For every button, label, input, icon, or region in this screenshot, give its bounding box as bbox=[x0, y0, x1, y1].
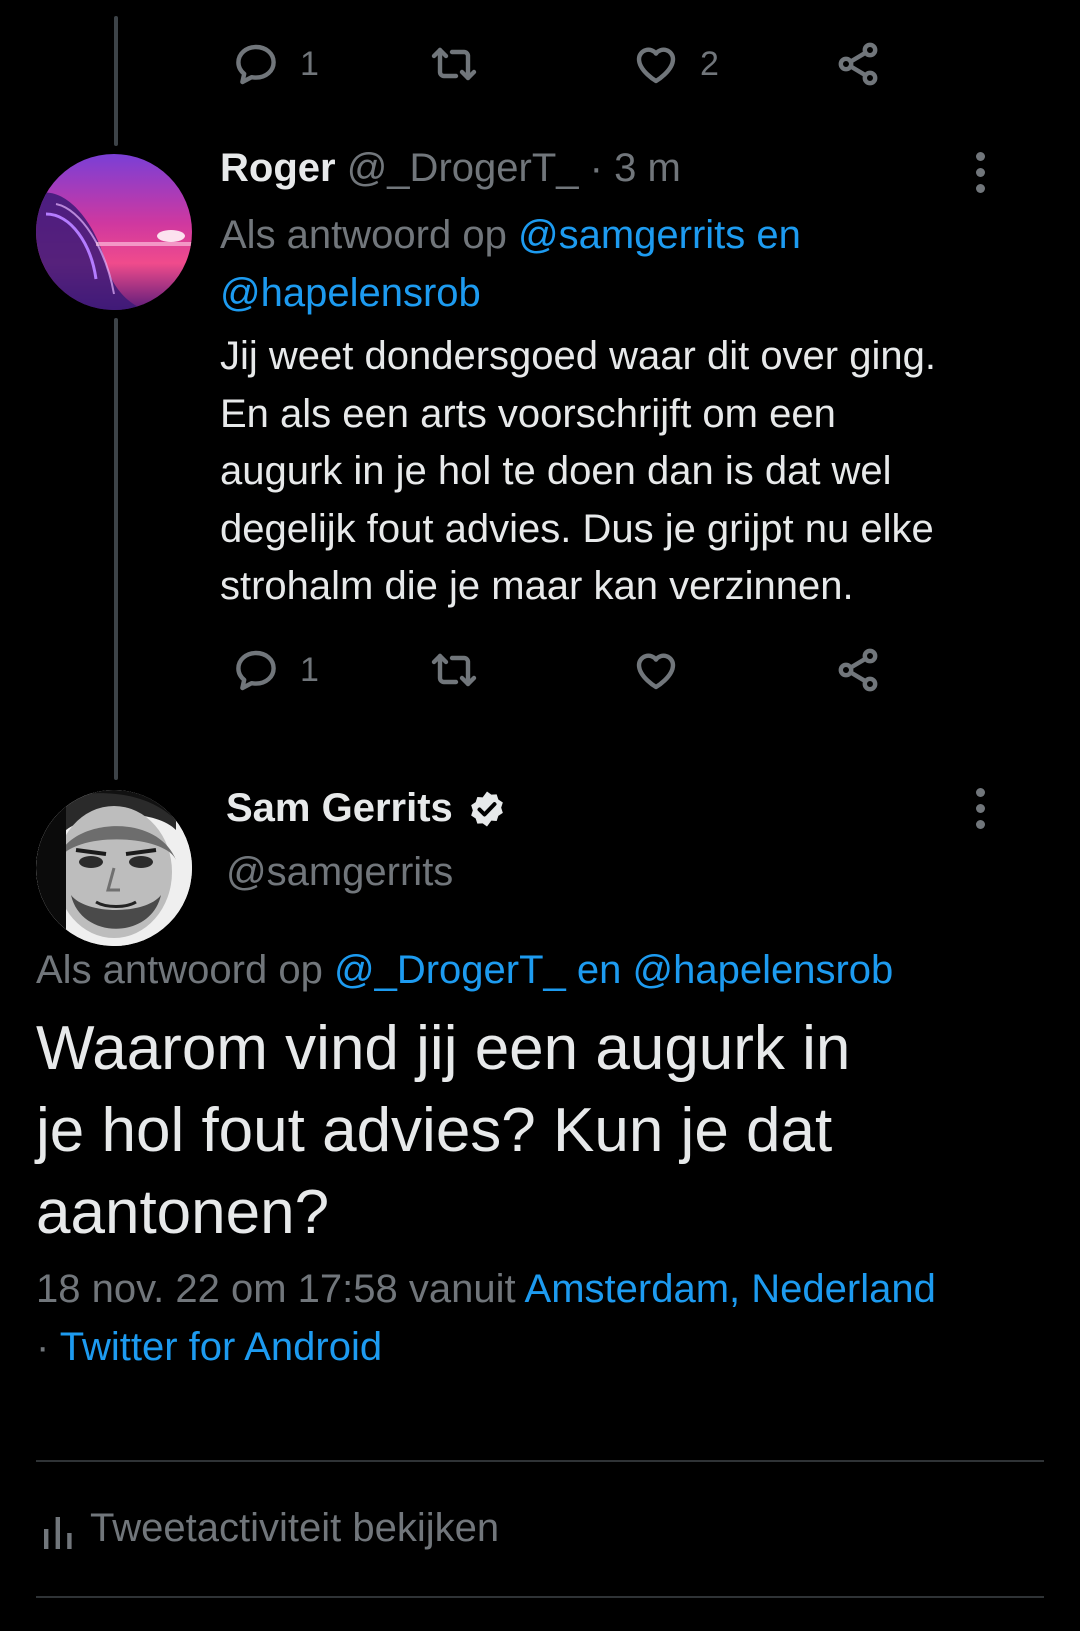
analytics-icon bbox=[44, 1516, 72, 1549]
avatar-roger[interactable] bbox=[36, 154, 192, 310]
retweet-icon bbox=[431, 47, 477, 81]
reply-prefix: Als antwoord op bbox=[36, 948, 323, 992]
tweet-meta: 18 nov. 22 om 17:58 vanuit Amsterdam, Ne… bbox=[36, 1260, 1056, 1376]
tweet-text-line: je hol fout advies? Kun je dat bbox=[36, 1096, 833, 1165]
main-reply-context: Als antwoord op @_DrogerT_ en @hapelensr… bbox=[36, 948, 893, 993]
tweet-text-line: Waarom vind jij een augurk in bbox=[36, 1014, 851, 1083]
tweet-text-line: aantonen? bbox=[36, 1178, 330, 1247]
tweet-text-line: strohalm die je maar kan verzinnen. bbox=[220, 564, 854, 608]
mention-samgerrits[interactable]: @samgerrits bbox=[518, 213, 745, 257]
share-button[interactable] bbox=[834, 40, 882, 88]
author-handle[interactable]: @_DrogerT_ bbox=[347, 146, 579, 190]
main-tweet-text: Waarom vind jij een augurk in je hol fou… bbox=[36, 1008, 850, 1254]
meta-from: vanuit bbox=[408, 1267, 516, 1311]
reply-icon bbox=[236, 44, 276, 85]
retweet-icon bbox=[431, 653, 477, 687]
more-options-button[interactable] bbox=[974, 152, 986, 193]
meta-separator: · bbox=[36, 1325, 50, 1369]
share-icon bbox=[838, 42, 878, 86]
author-handle[interactable]: @samgerrits bbox=[226, 850, 453, 895]
reply-button[interactable]: 1 bbox=[232, 646, 319, 694]
tweet-date[interactable]: 18 nov. 22 om 17:58 bbox=[36, 1267, 398, 1311]
header-separator: · bbox=[589, 146, 603, 190]
tweet-text-line: En als een arts voorschrijft om een bbox=[220, 391, 836, 436]
like-button[interactable] bbox=[632, 646, 680, 694]
reply-tweet-text: Jij weet dondersgoed waar dit over ging.… bbox=[220, 328, 936, 616]
avatar-image bbox=[36, 790, 192, 946]
share-button[interactable] bbox=[834, 646, 882, 694]
mention-hapelensrob[interactable]: @hapelensrob bbox=[220, 271, 481, 315]
retweet-button[interactable] bbox=[430, 646, 478, 694]
reply-button[interactable]: 1 bbox=[232, 40, 319, 88]
thread-line-top bbox=[114, 16, 118, 146]
like-count: 2 bbox=[700, 44, 719, 83]
reply-icon bbox=[236, 650, 276, 691]
reply-tweet-header: Roger @_DrogerT_ · 3 m bbox=[220, 146, 681, 191]
tweet-text-line: augurk in je hol te doen dan is dat wel bbox=[220, 449, 892, 493]
reply-conjunction: en bbox=[576, 948, 622, 992]
reply-conjunction: en bbox=[756, 213, 801, 257]
verified-badge-icon bbox=[470, 791, 503, 826]
like-button[interactable]: 2 bbox=[632, 40, 719, 88]
tweet-client-link[interactable]: Twitter for Android bbox=[60, 1325, 382, 1369]
tweet-text-line: Jij weet dondersgoed waar dit over ging. bbox=[220, 334, 936, 378]
avatar-sam-gerrits[interactable] bbox=[36, 790, 192, 946]
thread-line-middle bbox=[114, 318, 118, 780]
more-options-button[interactable] bbox=[974, 788, 986, 829]
reply-prefix: Als antwoord op bbox=[220, 213, 507, 257]
mention-drogert[interactable]: @_DrogerT_ bbox=[334, 948, 566, 992]
tweet-time[interactable]: 3 m bbox=[614, 146, 681, 190]
share-icon bbox=[838, 648, 878, 692]
like-icon bbox=[636, 653, 676, 690]
tweet-location-link[interactable]: Amsterdam, Nederland bbox=[525, 1267, 936, 1311]
retweet-button[interactable] bbox=[430, 40, 478, 88]
divider bbox=[36, 1460, 1044, 1462]
reply-count: 1 bbox=[300, 44, 319, 83]
tweet-activity-button[interactable]: Tweetactiviteit bekijken bbox=[44, 1506, 499, 1551]
more-icon bbox=[975, 788, 985, 797]
more-icon bbox=[975, 152, 985, 161]
mention-hapelensrob[interactable]: @hapelensrob bbox=[633, 948, 894, 992]
avatar-image bbox=[36, 154, 192, 310]
divider bbox=[36, 1596, 1044, 1598]
tweet-activity-label: Tweetactiviteit bekijken bbox=[90, 1506, 500, 1550]
tweet-text-line: degelijk fout advies. Dus je grijpt nu e… bbox=[220, 506, 934, 551]
author-name[interactable]: Roger bbox=[220, 146, 336, 190]
reply-count: 1 bbox=[300, 650, 319, 689]
author-name[interactable]: Sam Gerrits bbox=[226, 786, 453, 831]
main-tweet-author: Sam Gerrits bbox=[226, 786, 507, 831]
reply-context: Als antwoord op @samgerrits en @hapelens… bbox=[220, 206, 1020, 322]
like-icon bbox=[636, 47, 676, 84]
